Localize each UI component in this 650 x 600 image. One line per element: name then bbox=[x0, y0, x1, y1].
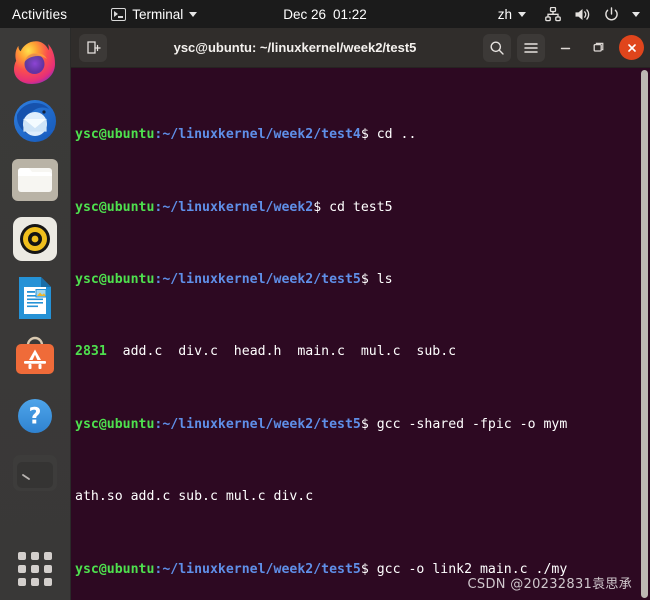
activities-button[interactable]: Activities bbox=[0, 7, 77, 22]
gnome-top-bar: Activities Terminal Dec 26 01:22 zh bbox=[0, 0, 650, 28]
rhythmbox-icon bbox=[13, 217, 57, 261]
volume-icon bbox=[575, 8, 590, 20]
terminal-window: ysc@ubuntu: ~/linuxkernel/week2/test5 ys… bbox=[71, 28, 650, 600]
dock-item-files[interactable] bbox=[11, 156, 59, 204]
firefox-icon bbox=[14, 41, 55, 84]
command-text: cd .. bbox=[368, 127, 417, 143]
hamburger-menu-icon bbox=[524, 42, 538, 53]
prompt-sigil: $ bbox=[360, 561, 369, 577]
app-menu-label: Terminal bbox=[132, 6, 184, 22]
input-method-label: zh bbox=[497, 6, 512, 22]
files-folder-icon bbox=[12, 159, 58, 201]
close-button[interactable] bbox=[619, 35, 644, 60]
terminal-text: ysc@ubuntu:~/linuxkernel/week2/test4$ cd… bbox=[73, 72, 650, 600]
dock-item-help[interactable]: ? bbox=[11, 392, 59, 440]
thunderbird-icon bbox=[14, 100, 56, 142]
show-applications-button[interactable] bbox=[18, 552, 52, 586]
prompt-user: ysc@ubuntu bbox=[75, 272, 155, 288]
terminal-line-prompt: ysc@ubuntu:~/linuxkernel/week2/test5$ gc… bbox=[75, 416, 650, 434]
help-icon: ? bbox=[18, 399, 52, 433]
ls-files bbox=[107, 344, 123, 359]
prompt-path: :~/linuxkernel/week2/test4 bbox=[154, 127, 361, 143]
grid-dot bbox=[18, 565, 26, 573]
system-status-area[interactable]: zh bbox=[498, 6, 640, 22]
command-wrap-text: ath.so add.c sub.c mul.c div.c bbox=[75, 489, 314, 505]
prompt-user: ysc@ubuntu bbox=[75, 199, 155, 215]
clock-button[interactable]: Dec 26 01:22 bbox=[283, 7, 367, 22]
prompt-user: ysc@ubuntu bbox=[75, 561, 155, 577]
power-icon bbox=[605, 6, 618, 21]
app-menu-terminal[interactable]: Terminal bbox=[111, 6, 198, 22]
dock-item-firefox[interactable] bbox=[11, 38, 59, 86]
grid-dot bbox=[18, 552, 26, 560]
terminal-icon bbox=[111, 7, 127, 21]
terminal-output-area[interactable]: ysc@ubuntu:~/linuxkernel/week2/test4$ cd… bbox=[71, 68, 650, 600]
terminal-line-wrap: ath.so add.c sub.c mul.c div.c bbox=[75, 488, 650, 506]
dock-item-libreoffice-writer[interactable] bbox=[11, 274, 59, 322]
ubuntu-software-icon bbox=[16, 336, 54, 374]
command-text: cd test5 bbox=[321, 199, 393, 215]
minimize-icon bbox=[560, 47, 571, 50]
grid-dot bbox=[44, 565, 52, 573]
maximize-button[interactable] bbox=[586, 35, 611, 60]
new-tab-button[interactable] bbox=[79, 33, 107, 62]
chevron-down-icon bbox=[189, 11, 198, 17]
clock-time: 01:22 bbox=[332, 6, 367, 22]
dock-item-ubuntu-software[interactable] bbox=[11, 333, 59, 381]
new-tab-icon bbox=[86, 41, 101, 54]
libreoffice-writer-icon bbox=[19, 277, 51, 319]
prompt-path: :~/linuxkernel/week2/test5 bbox=[154, 272, 361, 288]
prompt-path: :~/linuxkernel/week2 bbox=[154, 199, 314, 215]
close-icon bbox=[627, 43, 636, 52]
ls-directory: 2831 bbox=[75, 344, 107, 360]
menu-button[interactable] bbox=[517, 33, 545, 62]
dock-item-rhythmbox[interactable] bbox=[11, 215, 59, 263]
screen: Activities Terminal Dec 26 01:22 zh ? ys… bbox=[0, 0, 650, 600]
command-text: ls bbox=[368, 272, 393, 288]
ls-file-list: add.c div.c head.h main.c mul.c sub.c bbox=[122, 344, 457, 360]
prompt-user: ysc@ubuntu bbox=[75, 127, 155, 143]
grid-dot bbox=[18, 578, 26, 586]
command-text: gcc -shared -fpic -o mym bbox=[368, 416, 568, 432]
prompt-path: :~/linuxkernel/week2/test5 bbox=[154, 416, 361, 432]
terminal-scrollbar[interactable] bbox=[639, 68, 650, 600]
svg-text:?: ? bbox=[29, 405, 42, 430]
prompt-command: $ bbox=[360, 127, 369, 143]
network-wired-icon bbox=[545, 6, 561, 21]
search-button[interactable] bbox=[483, 33, 511, 62]
search-icon bbox=[490, 41, 504, 55]
terminal-app-icon bbox=[13, 455, 57, 491]
grid-dot bbox=[31, 565, 39, 573]
minimize-button[interactable] bbox=[553, 35, 578, 60]
terminal-titlebar: ysc@ubuntu: ~/linuxkernel/week2/test5 bbox=[71, 28, 650, 68]
grid-dot bbox=[31, 578, 39, 586]
prompt-path: :~/linuxkernel/week2/test5 bbox=[154, 561, 361, 577]
dock-item-terminal[interactable] bbox=[11, 453, 59, 501]
grid-dot bbox=[31, 552, 39, 560]
prompt-user: ysc@ubuntu bbox=[75, 416, 155, 432]
window-title: ysc@ubuntu: ~/linuxkernel/week2/test5 bbox=[173, 40, 417, 55]
watermark: CSDN @20232831袁思承 bbox=[467, 577, 632, 592]
window-controls bbox=[553, 35, 644, 60]
maximize-icon bbox=[593, 42, 604, 52]
chevron-down-icon[interactable] bbox=[632, 11, 640, 17]
prompt-sigil: $ bbox=[313, 199, 322, 215]
grid-dot bbox=[44, 578, 52, 586]
terminal-line-ls-output: 2831 add.c div.c head.h main.c mul.c sub… bbox=[75, 343, 650, 361]
input-method-indicator[interactable]: zh bbox=[498, 7, 526, 22]
terminal-line-prompt: ysc@ubuntu:~/linuxkernel/week2$ cd test5 bbox=[75, 199, 650, 217]
prompt-sigil: $ bbox=[360, 416, 369, 432]
prompt-sigil: $ bbox=[360, 272, 369, 288]
dock-item-thunderbird[interactable] bbox=[11, 97, 59, 145]
dock: ? bbox=[0, 28, 71, 600]
chevron-down-icon bbox=[518, 11, 526, 17]
clock-date: Dec 26 bbox=[283, 6, 326, 22]
terminal-line-prompt: ysc@ubuntu:~/linuxkernel/week2/test4$ cd… bbox=[75, 126, 650, 144]
grid-dot bbox=[44, 552, 52, 560]
terminal-line-prompt: ysc@ubuntu:~/linuxkernel/week2/test5$ ls bbox=[75, 271, 650, 289]
scrollbar-thumb[interactable] bbox=[641, 70, 648, 598]
